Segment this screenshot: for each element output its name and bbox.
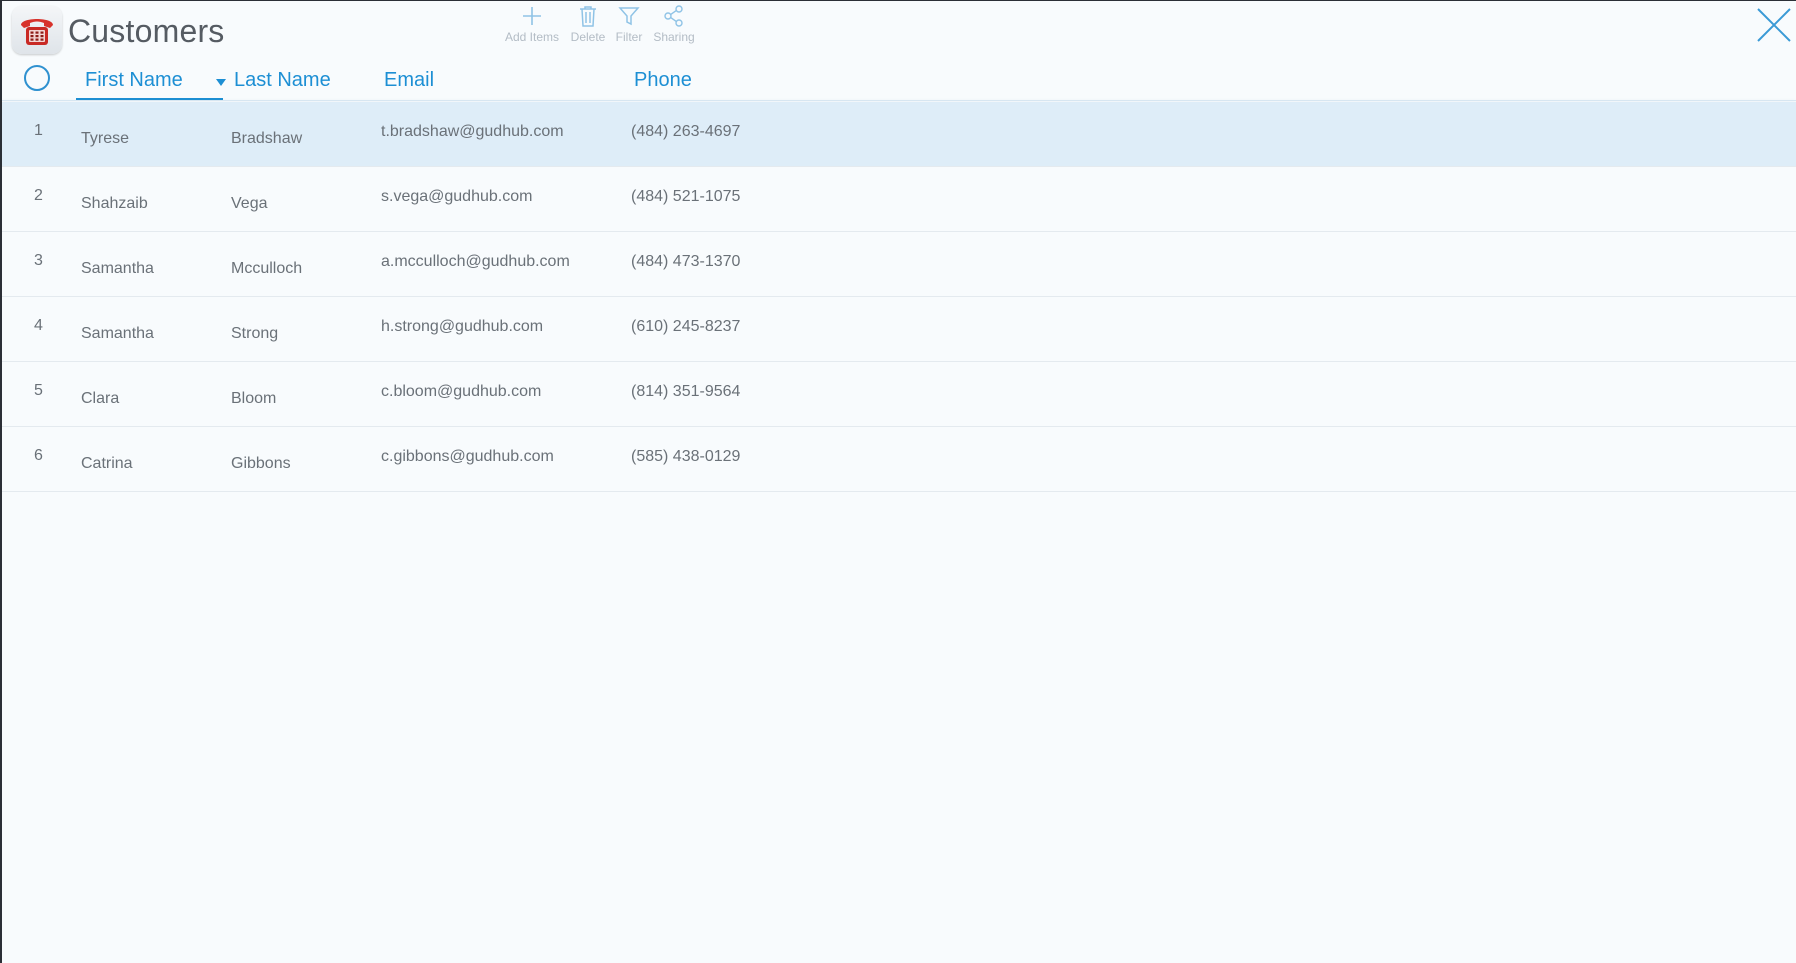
row-index: 3: [34, 252, 43, 269]
telephone-icon[interactable]: [12, 6, 62, 54]
table-row[interactable]: 5 Clara Bloom c.bloom@gudhub.com (814) 3…: [2, 362, 1796, 427]
column-header-last-name[interactable]: Last Name: [234, 69, 331, 92]
table-body: 1 Tyrese Bradshaw t.bradshaw@gudhub.com …: [2, 102, 1796, 492]
table-row[interactable]: 4 Samantha Strong h.strong@gudhub.com (6…: [2, 297, 1796, 362]
table-row[interactable]: 3 Samantha Mcculloch a.mcculloch@gudhub.…: [2, 232, 1796, 297]
sharing-label: Sharing: [653, 30, 695, 44]
cell-phone: (484) 521-1075: [631, 188, 741, 205]
cell-phone: (484) 263-4697: [631, 123, 741, 140]
column-header-email[interactable]: Email: [384, 69, 434, 92]
close-button[interactable]: [1754, 5, 1794, 45]
cell-last-name: Vega: [231, 195, 268, 212]
cell-last-name: Mcculloch: [231, 260, 303, 277]
cell-first-name: Tyrese: [81, 130, 130, 147]
cell-first-name: Catrina: [81, 455, 133, 472]
cell-email: c.gibbons@gudhub.com: [381, 448, 554, 465]
filter-label: Filter: [615, 30, 643, 44]
delete-label: Delete: [570, 30, 606, 44]
row-index: 4: [34, 317, 43, 334]
cell-email: s.vega@gudhub.com: [381, 188, 533, 205]
cell-phone: (814) 351-9564: [631, 383, 741, 400]
delete-button[interactable]: Delete: [568, 5, 608, 44]
table-row[interactable]: 1 Tyrese Bradshaw t.bradshaw@gudhub.com …: [2, 102, 1796, 167]
cell-phone: (585) 438-0129: [631, 448, 741, 465]
cell-last-name: Strong: [231, 325, 279, 342]
table-header: First Name Last Name Email Phone: [2, 61, 1796, 101]
page-title: Customers: [68, 13, 225, 49]
row-index: 5: [34, 382, 43, 399]
cell-last-name: Gibbons: [231, 455, 291, 472]
filter-icon: [618, 7, 640, 26]
filter-button[interactable]: Filter: [613, 5, 645, 44]
cell-first-name: Samantha: [81, 325, 154, 342]
app-window: Customers Add Items Delete Filter Sharin…: [2, 1, 1796, 963]
cell-first-name: Shahzaib: [81, 195, 148, 212]
cell-email: t.bradshaw@gudhub.com: [381, 123, 564, 140]
row-index: 2: [34, 187, 43, 204]
cell-last-name: Bloom: [231, 390, 277, 407]
share-icon: [664, 5, 683, 27]
trash-icon: [580, 6, 596, 27]
table-row[interactable]: 6 Catrina Gibbons c.gibbons@gudhub.com (…: [2, 427, 1796, 492]
close-icon: [1757, 8, 1791, 42]
row-index: 1: [34, 122, 43, 139]
cell-phone: (610) 245-8237: [631, 318, 741, 335]
column-header-phone[interactable]: Phone: [634, 69, 692, 92]
select-all-checkbox[interactable]: [24, 65, 50, 91]
cell-email: c.bloom@gudhub.com: [381, 383, 542, 400]
sort-descending-icon[interactable]: [216, 79, 226, 86]
cell-last-name: Bradshaw: [231, 130, 303, 147]
cell-email: a.mcculloch@gudhub.com: [381, 253, 570, 270]
row-index: 6: [34, 447, 43, 464]
plus-icon: [523, 7, 541, 25]
add-items-button[interactable]: Add Items: [504, 5, 560, 44]
column-header-first-name[interactable]: First Name: [76, 69, 223, 101]
add-items-label: Add Items: [504, 30, 560, 44]
cell-first-name: Samantha: [81, 260, 154, 277]
table-row[interactable]: 2 Shahzaib Vega s.vega@gudhub.com (484) …: [2, 167, 1796, 232]
cell-email: h.strong@gudhub.com: [381, 318, 544, 335]
header-divider: [2, 100, 1796, 101]
cell-phone: (484) 473-1370: [631, 253, 741, 270]
cell-first-name: Clara: [81, 390, 120, 407]
sharing-button[interactable]: Sharing: [651, 5, 697, 44]
